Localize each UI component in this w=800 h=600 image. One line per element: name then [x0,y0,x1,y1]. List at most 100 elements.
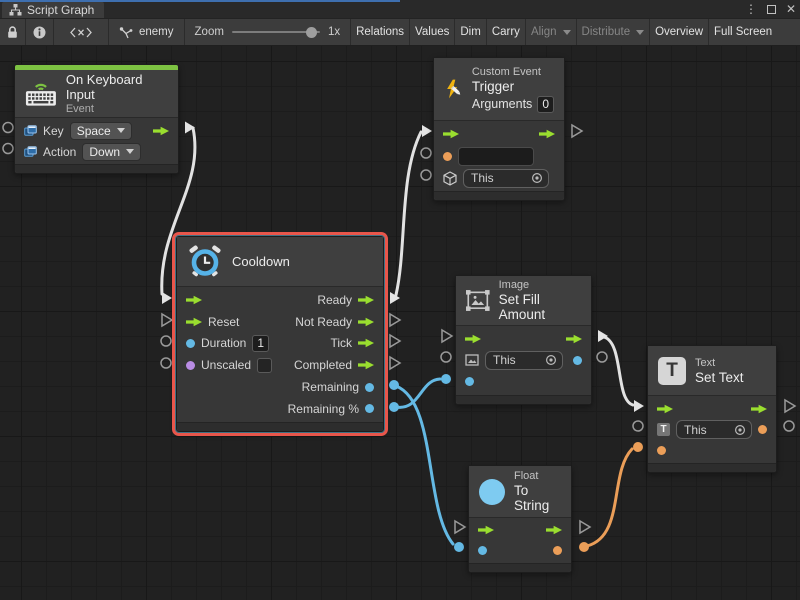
node-cooldown[interactable]: Cooldown Ready Reset Not Ready Duration1… [176,236,384,432]
node-header[interactable]: Float To String [469,466,571,518]
overview-button[interactable]: Overview [650,19,709,45]
flow-in-port[interactable] [478,525,494,535]
remaining-port[interactable] [365,383,374,392]
tab-script-graph[interactable]: Script Graph [2,2,104,18]
wire-ready-to-trigger[interactable] [396,132,421,295]
node-header[interactable]: Cooldown [177,237,383,287]
keyboard-action-outer-port[interactable] [3,144,13,154]
result-port[interactable] [573,356,582,365]
notready-flow-port[interactable] [358,317,374,327]
setfill-target-outer-port[interactable] [441,352,451,362]
node-trigger-custom-event[interactable]: Custom Event Trigger Arguments 0 [433,57,565,201]
target-object-picker[interactable]: This [463,169,549,188]
settext-flow-out-connector[interactable] [785,400,795,412]
setfill-result-outer-port[interactable] [597,352,607,362]
trigger-name-outer-port[interactable] [421,148,431,158]
dim-button[interactable]: Dim [455,19,486,45]
node-header[interactable]: On Keyboard Input Event [15,70,178,118]
target-object-picker[interactable]: This [676,420,752,439]
event-name-input[interactable] [458,147,534,166]
flow-in-port[interactable] [443,129,459,139]
wire-remainingpct-to-fillamount[interactable] [396,379,440,407]
flow-out-port[interactable] [539,129,555,139]
wire-tostring-to-settext[interactable] [587,449,632,546]
reset-flow-port[interactable] [186,317,202,327]
tostring-flow-out-connector[interactable] [580,521,590,533]
keyboard-key-outer-port[interactable] [3,123,13,133]
setfill-flow-out-connector[interactable] [598,330,608,342]
tick-flow-port[interactable] [358,338,374,348]
relations-button[interactable]: Relations [351,19,410,45]
cooldown-remainingpct-connector[interactable] [389,402,399,412]
maximize-icon[interactable] [767,5,776,14]
duration-port[interactable] [186,339,195,348]
setfill-flow-in-connector[interactable] [442,330,452,342]
action-dropdown[interactable]: Down [82,143,141,161]
distribute-dropdown-button[interactable]: Distribute [577,19,651,45]
node-header[interactable]: Image Set Fill Amount [456,276,591,326]
unscaled-port[interactable] [186,361,195,370]
carry-button[interactable]: Carry [487,19,526,45]
flow-in-port[interactable] [657,404,673,414]
cooldown-unscaled-outer-port[interactable] [161,358,171,368]
node-to-string[interactable]: Float To String [468,465,572,573]
full-screen-button[interactable]: Full Screen [709,19,777,45]
target-object-picker[interactable]: This [485,351,563,370]
node-header[interactable]: T Text Set Text [648,346,776,396]
trigger-target-outer-port[interactable] [421,170,431,180]
tostring-flow-in-connector[interactable] [455,521,465,533]
flow-out-port[interactable] [546,525,562,535]
lock-button[interactable] [0,19,26,45]
remainingpct-port[interactable] [365,404,374,413]
values-button[interactable]: Values [410,19,455,45]
result-port[interactable] [758,425,767,434]
settext-target-outer-port[interactable] [633,421,643,431]
duration-value-field[interactable]: 1 [252,335,269,352]
trigger-flow-out-connector[interactable] [572,125,582,137]
flow-out-port[interactable] [751,404,767,414]
trigger-flow-in-connector[interactable] [422,125,432,137]
cooldown-completed-connector[interactable] [390,357,400,369]
flow-out-port[interactable] [153,126,169,136]
tostring-input-connector[interactable] [454,542,464,552]
node-header[interactable]: Custom Event Trigger Arguments 0 [434,58,564,121]
flow-in-port[interactable] [186,295,202,305]
wire-setfill-to-settext[interactable] [604,337,633,405]
cooldown-remaining-connector[interactable] [389,380,399,390]
zoom-slider[interactable] [232,31,320,33]
cooldown-notready-connector[interactable] [390,314,400,326]
ready-flow-port[interactable] [358,295,374,305]
event-name-port[interactable] [443,152,452,161]
info-button[interactable] [26,19,54,45]
float-input-port[interactable] [478,546,487,555]
fill-amount-port[interactable] [465,377,474,386]
flow-out-port[interactable] [566,334,582,344]
flow-in-port[interactable] [465,334,481,344]
graph-canvas[interactable]: On Keyboard Input Event Key Space [0,46,800,600]
key-dropdown[interactable]: Space [70,122,132,140]
cooldown-tick-connector[interactable] [390,335,400,347]
unscaled-checkbox[interactable] [257,358,272,373]
node-set-fill-amount[interactable]: Image Set Fill Amount Th [455,275,592,405]
graph-breadcrumb[interactable]: enemy [109,19,185,45]
tostring-output-connector[interactable] [579,542,589,552]
settext-result-outer-port[interactable] [784,421,794,431]
string-output-port[interactable] [553,546,562,555]
settext-flow-in-connector[interactable] [634,400,644,412]
setfill-amount-connector[interactable] [441,374,451,384]
cooldown-flow-in-connector[interactable] [162,292,172,304]
wire-remaining-to-tostring[interactable] [396,386,453,544]
settext-value-connector[interactable] [633,442,643,452]
code-view-button[interactable] [54,19,109,45]
arguments-value-field[interactable]: 0 [537,96,554,113]
kebab-menu-icon[interactable]: ⋮ [745,2,757,16]
zoom-slider-handle[interactable] [306,27,317,38]
cooldown-duration-outer-port[interactable] [161,336,171,346]
cooldown-reset-connector[interactable] [162,314,172,326]
text-value-port[interactable] [657,446,666,455]
node-set-text[interactable]: T Text Set Text T This [647,345,777,473]
completed-flow-port[interactable] [358,360,374,370]
node-on-keyboard-input[interactable]: On Keyboard Input Event Key Space [14,64,179,174]
align-dropdown-button[interactable]: Align [526,19,577,45]
close-icon[interactable]: ✕ [786,2,796,16]
